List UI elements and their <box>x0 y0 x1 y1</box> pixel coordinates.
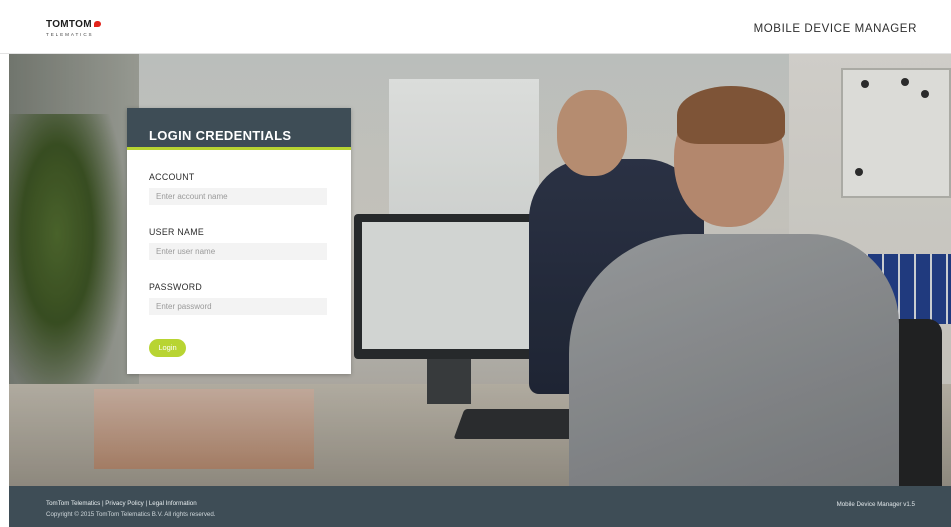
account-label: ACCOUNT <box>149 172 195 182</box>
login-form: ACCOUNT USER NAME PASSWORD Login <box>127 150 351 357</box>
password-label: PASSWORD <box>149 282 203 292</box>
footer-link-legal[interactable]: Legal Information <box>149 500 197 507</box>
tomtom-logo-icon <box>93 20 101 27</box>
username-label: USER NAME <box>149 227 205 237</box>
logo-subtitle: TELEMATICS <box>46 32 94 37</box>
footer-links: TomTom Telematics | Privacy Policy | Leg… <box>46 500 197 507</box>
footer-link-company[interactable]: TomTom Telematics <box>46 500 100 507</box>
username-input[interactable] <box>149 243 327 260</box>
page-footer: TomTom Telematics | Privacy Policy | Leg… <box>9 486 951 527</box>
page-header: TOMTOM TELEMATICS MOBILE DEVICE MANAGER <box>0 0 951 54</box>
tomtom-logo[interactable]: TOMTOM TELEMATICS <box>46 19 101 37</box>
footer-version: Mobile Device Manager v1.5 <box>836 501 915 508</box>
login-panel: LOGIN CREDENTIALS ACCOUNT USER NAME PASS… <box>127 108 351 374</box>
logo-wordmark: TOMTOM <box>46 19 92 30</box>
app-title: MOBILE DEVICE MANAGER <box>753 23 917 35</box>
footer-link-privacy[interactable]: Privacy Policy <box>105 500 144 507</box>
login-panel-header: LOGIN CREDENTIALS <box>127 108 351 150</box>
footer-copyright: Copyright © 2015 TomTom Telematics B.V. … <box>46 511 216 518</box>
login-button[interactable]: Login <box>149 338 186 357</box>
password-input[interactable] <box>149 298 327 315</box>
account-input[interactable] <box>149 188 327 205</box>
login-title: LOGIN CREDENTIALS <box>149 128 292 143</box>
